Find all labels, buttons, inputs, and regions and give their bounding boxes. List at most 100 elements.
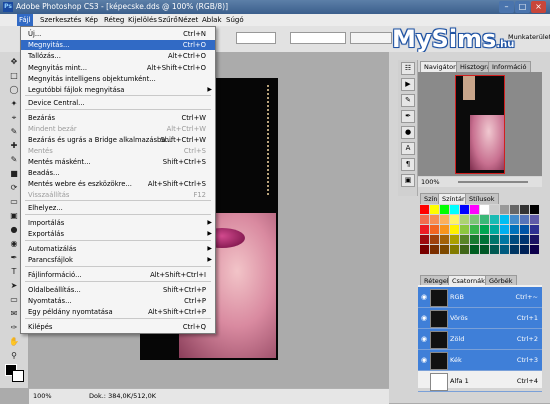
color-swatch[interactable] [500,205,509,214]
menu-filter[interactable]: Szűrő [158,14,178,26]
menu-view[interactable]: Nézet [178,14,198,26]
channel-row-green[interactable]: ◉ Zöld Ctrl+2 [418,329,542,350]
color-swatch[interactable] [470,205,479,214]
file-menu-item[interactable]: Automatizálás ▶ [21,244,215,254]
color-swatch[interactable] [470,235,479,244]
file-menu-item[interactable]: Új... Ctrl+N [21,29,215,39]
menu-window[interactable]: Ablak [202,14,222,26]
color-swatch[interactable] [430,235,439,244]
color-swatch[interactable] [530,235,539,244]
file-menu-item[interactable]: Device Central... [21,98,215,108]
file-menu-item[interactable]: Nyomtatás... Ctrl+P [21,296,215,306]
color-swatch[interactable] [510,245,519,254]
color-swatch[interactable] [520,205,529,214]
file-menu-item[interactable]: Megnyitás intelligens objektumként... [21,74,215,84]
paragraph-icon[interactable]: ¶ [401,158,415,171]
file-menu-item[interactable]: Legutóbbi fájlok megnyitása ▶ [21,85,215,95]
color-swatch[interactable] [440,215,449,224]
color-swatch[interactable] [420,235,429,244]
color-swatch[interactable] [530,215,539,224]
brushes-icon[interactable]: ✒ [401,110,415,123]
color-swatch[interactable] [530,225,539,234]
color-swatch[interactable] [490,235,499,244]
color-swatch[interactable] [460,235,469,244]
file-menu-item[interactable]: Mentés másként... Shift+Ctrl+S [21,157,215,167]
file-menu-item[interactable]: Beadás... [21,168,215,178]
file-menu-item[interactable]: Bezárás Ctrl+W [21,113,215,123]
color-swatch[interactable] [490,215,499,224]
navigator-zoom[interactable]: 100% [421,178,440,186]
maximize-button[interactable]: □ [515,1,530,13]
color-swatch[interactable] [480,215,489,224]
close-button[interactable]: × [531,1,546,13]
visibility-eye-icon[interactable]: ◉ [421,335,427,343]
color-swatch[interactable] [470,245,479,254]
file-menu-item[interactable]: Egy példány nyomtatása Alt+Shift+Ctrl+P [21,307,215,317]
color-swatch[interactable] [450,205,459,214]
color-swatch[interactable] [510,205,519,214]
visibility-eye-icon[interactable]: ◉ [421,356,427,364]
color-swatch[interactable] [490,245,499,254]
menu-edit[interactable]: Szerkesztés [40,14,81,26]
actions-icon[interactable]: ▶ [401,78,415,91]
status-zoom[interactable]: 100% [33,392,52,400]
zoom-tool-icon[interactable]: ⚲ [4,350,24,362]
color-swatch[interactable] [420,205,429,214]
file-menu-item[interactable]: Parancsfájlok ▶ [21,255,215,265]
character-icon[interactable]: A [401,142,415,155]
color-swatch[interactable] [480,205,489,214]
color-swatch[interactable] [430,225,439,234]
tab-navigator[interactable]: Navigátor [420,61,460,72]
color-swatch[interactable] [480,225,489,234]
option-field[interactable] [290,32,346,44]
file-menu-item[interactable]: Mentés webre és eszközökre... Alt+Shift+C… [21,179,215,189]
file-menu-item[interactable]: Importálás ▶ [21,218,215,228]
color-swatch[interactable] [430,205,439,214]
menu-help[interactable]: Súgó [226,14,244,26]
color-swatch[interactable] [500,225,509,234]
color-swatch[interactable] [480,245,489,254]
layer-comps-icon[interactable]: ▣ [401,174,415,187]
color-swatch[interactable] [460,215,469,224]
tool-presets-icon[interactable]: ✎ [401,94,415,107]
file-menu-item[interactable]: Megnyitás mint... Alt+Shift+Ctrl+O [21,63,215,73]
color-swatch[interactable] [500,245,509,254]
color-swatch[interactable] [520,245,529,254]
option-field[interactable] [350,32,392,44]
color-swatch[interactable] [460,225,469,234]
color-swatch[interactable] [530,245,539,254]
color-swatch[interactable] [520,215,529,224]
menu-layer[interactable]: Réteg [104,14,124,26]
color-swatch[interactable] [470,215,479,224]
file-menu-item[interactable]: Megnyitás... Ctrl+O [21,40,215,50]
color-swatch[interactable] [510,225,519,234]
file-menu-item[interactable]: Elhelyez... [21,203,215,213]
color-swatch[interactable] [500,235,509,244]
color-swatch[interactable] [420,245,429,254]
menu-select[interactable]: Kijelölés [128,14,157,26]
history-icon[interactable]: ☷ [401,62,415,75]
file-menu-item[interactable]: Exportálás ▶ [21,229,215,239]
navigator-zoom-slider[interactable] [458,181,528,183]
option-field[interactable] [236,32,276,44]
minimize-button[interactable]: – [499,1,514,13]
file-menu-item[interactable]: Fájlinformáció... Alt+Shift+Ctrl+I [21,270,215,280]
color-swatch[interactable] [490,205,499,214]
color-swatch[interactable] [450,235,459,244]
color-swatch[interactable] [450,245,459,254]
color-swatch[interactable] [450,215,459,224]
visibility-eye-icon[interactable]: ◉ [421,314,427,322]
color-swatch[interactable] [420,225,429,234]
tab-info[interactable]: Információ [488,61,531,72]
channel-row-alpha[interactable]: Alfa 1 Ctrl+4 [418,371,542,392]
navigator-view-box[interactable] [455,75,505,174]
file-menu-item[interactable]: Oldalbeállítás... Shift+Ctrl+P [21,285,215,295]
channel-row-red[interactable]: ◉ Vörös Ctrl+1 [418,308,542,329]
visibility-eye-icon[interactable]: ◉ [421,293,427,301]
file-menu-item[interactable]: Tallózás... Alt+Ctrl+O [21,51,215,61]
menu-file[interactable]: Fájl [17,14,33,26]
color-swatch[interactable] [440,205,449,214]
color-swatch[interactable] [510,215,519,224]
clone-source-icon[interactable]: ● [401,126,415,139]
color-swatch[interactable] [430,245,439,254]
